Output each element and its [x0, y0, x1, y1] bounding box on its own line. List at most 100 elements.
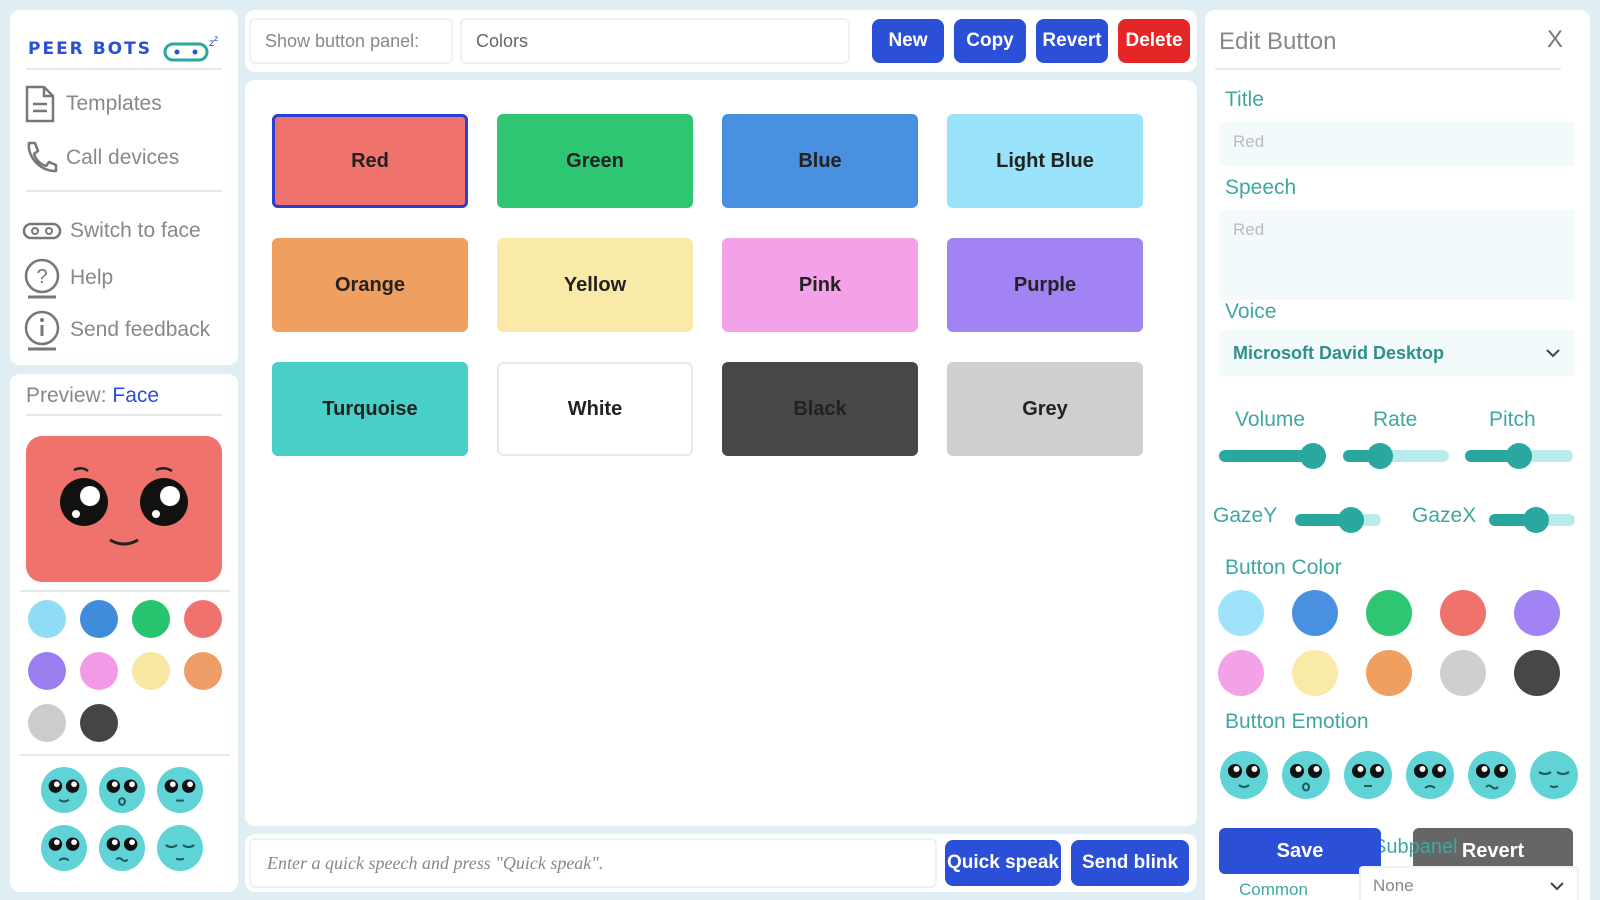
- nav-item-send-feedback[interactable]: Send feedback: [22, 308, 210, 352]
- speech-button-white[interactable]: White: [497, 362, 693, 456]
- speech-field[interactable]: Red: [1219, 210, 1575, 300]
- copy-button[interactable]: Copy: [954, 19, 1026, 63]
- face-color-swatch[interactable]: [184, 652, 222, 690]
- face-color-swatch[interactable]: [184, 600, 222, 638]
- button-color-swatch[interactable]: [1514, 650, 1560, 696]
- button-panel-select[interactable]: Colors: [460, 18, 850, 64]
- button-color-swatch[interactable]: [1218, 650, 1264, 696]
- face-color-swatch[interactable]: [132, 600, 170, 638]
- quick-speak-button[interactable]: Quick speak: [945, 840, 1061, 886]
- speech-button-turquoise[interactable]: Turquoise: [272, 362, 468, 456]
- nav-label: Help: [70, 266, 114, 289]
- worried-face-icon[interactable]: [98, 824, 146, 872]
- preview-mode-link[interactable]: Face: [112, 384, 159, 407]
- sad-face-icon[interactable]: [40, 824, 88, 872]
- close-icon[interactable]: X: [1547, 26, 1563, 54]
- button-color-swatch[interactable]: [1292, 650, 1338, 696]
- neutral-face-icon[interactable]: [156, 766, 204, 814]
- preview-label: Preview:: [26, 384, 107, 407]
- button-color-swatch[interactable]: [1514, 590, 1560, 636]
- pitch-slider[interactable]: [1465, 443, 1573, 469]
- delete-button[interactable]: Delete: [1118, 19, 1190, 63]
- face-color-swatch[interactable]: [132, 652, 170, 690]
- face-preview: [26, 436, 222, 582]
- divider: [26, 68, 222, 70]
- face-color-swatch[interactable]: [28, 600, 66, 638]
- svg-text:z: z: [214, 34, 218, 43]
- button-color-swatch[interactable]: [1218, 590, 1264, 636]
- worried-face-icon[interactable]: [1467, 750, 1517, 800]
- toolbar: Show button panel: Colors New Copy Rever…: [245, 10, 1197, 72]
- volume-label: Volume: [1235, 408, 1306, 431]
- slider-knob[interactable]: [1299, 443, 1326, 469]
- nav-item-help[interactable]: ? Help: [22, 256, 113, 300]
- gazey-label: GazeY: [1213, 504, 1278, 527]
- face-color-swatch[interactable]: [28, 704, 66, 742]
- nav-item-templates[interactable]: Templates: [22, 84, 162, 124]
- title-label: Title: [1225, 88, 1264, 111]
- slider-knob[interactable]: [1506, 443, 1532, 469]
- edit-panel-title: Edit Button: [1219, 28, 1337, 55]
- happy-face-icon[interactable]: [1219, 750, 1269, 800]
- new-button[interactable]: New: [872, 19, 944, 63]
- sleepy-face-icon[interactable]: [1529, 750, 1579, 800]
- info-icon: [24, 310, 60, 351]
- robot-face-icon: [22, 222, 62, 240]
- speech-button-blue[interactable]: Blue: [722, 114, 918, 208]
- subpanel-label: Subpanel: [1373, 836, 1458, 858]
- button-color-swatch[interactable]: [1292, 590, 1338, 636]
- robot-logo-icon: z z: [163, 34, 218, 62]
- title-field[interactable]: Red: [1219, 122, 1575, 166]
- help-icon: ?: [24, 258, 60, 299]
- speech-button-yellow[interactable]: Yellow: [497, 238, 693, 332]
- button-color-swatch[interactable]: [1366, 650, 1412, 696]
- volume-slider[interactable]: [1219, 443, 1326, 469]
- divider: [20, 590, 230, 592]
- send-blink-button[interactable]: Send blink: [1071, 840, 1189, 886]
- surprised-face-icon[interactable]: [1281, 750, 1331, 800]
- voice-label: Voice: [1225, 300, 1277, 323]
- speech-button-green[interactable]: Green: [497, 114, 693, 208]
- preview-panel: Preview: Face: [10, 374, 238, 892]
- nav-item-call-devices[interactable]: Call devices: [22, 138, 179, 178]
- gazex-slider[interactable]: [1489, 507, 1575, 533]
- quick-speech-input[interactable]: [249, 838, 937, 888]
- chevron-down-icon: [1550, 882, 1564, 891]
- rate-slider[interactable]: [1343, 443, 1449, 469]
- save-button[interactable]: Save: [1219, 828, 1381, 874]
- face-color-swatch[interactable]: [80, 600, 118, 638]
- speech-button-light-blue[interactable]: Light Blue: [947, 114, 1143, 208]
- divider: [1215, 68, 1561, 70]
- speech-button-black[interactable]: Black: [722, 362, 918, 456]
- surprised-face-icon[interactable]: [98, 766, 146, 814]
- happy-face-icon[interactable]: [40, 766, 88, 814]
- speech-button-orange[interactable]: Orange: [272, 238, 468, 332]
- sleepy-face-icon[interactable]: [156, 824, 204, 872]
- button-color-swatch[interactable]: [1440, 590, 1486, 636]
- speech-button-purple[interactable]: Purple: [947, 238, 1143, 332]
- phone-icon: [27, 141, 58, 173]
- slider-knob[interactable]: [1367, 443, 1394, 469]
- speech-button-pink[interactable]: Pink: [722, 238, 918, 332]
- slider-knob[interactable]: [1337, 507, 1364, 533]
- nav-item-switch-to-face[interactable]: Switch to face: [22, 214, 201, 248]
- face-color-swatch[interactable]: [80, 652, 118, 690]
- neutral-face-icon[interactable]: [1343, 750, 1393, 800]
- button-emotion-label: Button Emotion: [1225, 710, 1369, 733]
- sad-face-icon[interactable]: [1405, 750, 1455, 800]
- button-color-swatch[interactable]: [1440, 650, 1486, 696]
- button-color-swatch[interactable]: [1366, 590, 1412, 636]
- subpanel-select[interactable]: None: [1359, 866, 1579, 900]
- gazex-label: GazeX: [1412, 504, 1477, 527]
- rate-label: Rate: [1373, 408, 1418, 431]
- face-color-swatch[interactable]: [80, 704, 118, 742]
- face-color-swatch[interactable]: [28, 652, 66, 690]
- speech-button-grey[interactable]: Grey: [947, 362, 1143, 456]
- divider: [26, 414, 222, 416]
- slider-knob[interactable]: [1523, 507, 1550, 533]
- gazey-slider[interactable]: [1295, 507, 1381, 533]
- voice-select[interactable]: Microsoft David Desktop: [1219, 330, 1575, 376]
- revert-button[interactable]: Revert: [1036, 19, 1108, 63]
- voice-value: Microsoft David Desktop: [1233, 342, 1445, 363]
- speech-button-red[interactable]: Red: [272, 114, 468, 208]
